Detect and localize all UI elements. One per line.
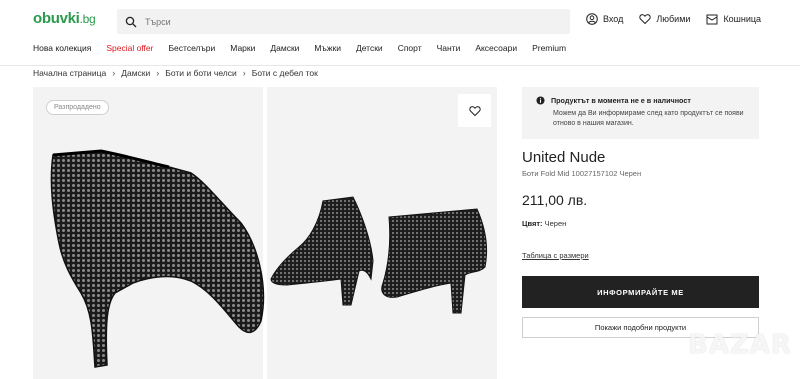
breadcrumb: Начална страница › Дамски › Боти и боти … (33, 68, 318, 78)
nav-special-offer[interactable]: Special offer (106, 43, 153, 53)
nav-bestsellers[interactable]: Бестселъри (168, 43, 215, 53)
nav-new-collection[interactable]: Нова колекция (33, 43, 91, 53)
user-icon (586, 13, 598, 25)
color-label: Цвят: (522, 219, 543, 228)
login-label: Вход (603, 14, 624, 24)
nav-brands[interactable]: Марки (230, 43, 255, 53)
heart-icon (468, 105, 481, 116)
product-subtitle: Боти Fold Mid 10027157102 Черен (522, 169, 642, 178)
chevron-right-icon: › (242, 68, 246, 78)
product-price: 211,00 лв. (522, 192, 588, 208)
product-image-main[interactable]: Разпродадено (33, 87, 265, 379)
nav-sport[interactable]: Спорт (398, 43, 422, 53)
search-bar[interactable] (117, 9, 570, 34)
favorites-label: Любими (656, 14, 691, 24)
site-header: obuvki.bg Вход Любими Кошница Нова колек… (0, 0, 800, 66)
info-icon (536, 96, 545, 105)
cart-button[interactable]: Кошница (706, 13, 761, 25)
logo-text: obuvki (33, 10, 80, 27)
header-actions: Вход Любими Кошница (586, 13, 761, 25)
add-to-favorites-button[interactable] (458, 94, 491, 127)
sold-out-badge: Разпродадено (46, 100, 109, 115)
size-table-link[interactable]: Таблица с размери (522, 251, 589, 260)
breadcrumb-heel-boots[interactable]: Боти с дебел ток (252, 68, 318, 78)
cart-label: Кошница (723, 14, 762, 24)
notify-me-button[interactable]: ИНФОРМИРАЙТЕ МЕ (522, 276, 759, 308)
nav-bags[interactable]: Чанти (437, 43, 461, 53)
product-image-secondary[interactable] (267, 87, 497, 379)
nav-accessories[interactable]: Аксесоари (475, 43, 517, 53)
color-value: Черен (544, 219, 567, 228)
cart-icon (706, 14, 718, 25)
search-icon (125, 16, 137, 27)
product-gallery: Разпродадено (33, 87, 497, 379)
logo-tld: .bg (79, 12, 96, 26)
nav-women[interactable]: Дамски (270, 43, 299, 53)
heart-icon (639, 14, 652, 25)
nav-men[interactable]: Мъжки (314, 43, 341, 53)
shoe-image-pair (270, 196, 488, 314)
chevron-right-icon: › (156, 68, 160, 78)
breadcrumb-boots[interactable]: Боти и боти челси (165, 68, 236, 78)
color-row: Цвят: Черен (522, 219, 566, 228)
product-brand[interactable]: United Nude (522, 149, 605, 166)
favorites-button[interactable]: Любими (639, 13, 690, 25)
notice-text: Можем да Ви информираме след като продук… (553, 110, 744, 127)
nav-kids[interactable]: Детски (356, 43, 383, 53)
watermark-logo: BAZAR (688, 330, 792, 360)
shoe-image-side (50, 149, 265, 368)
search-input[interactable] (145, 16, 545, 27)
login-button[interactable]: Вход (586, 13, 623, 25)
breadcrumb-women[interactable]: Дамски (121, 68, 150, 78)
out-of-stock-notice: Продуктът в момента не е в наличност Мож… (522, 87, 759, 139)
breadcrumb-home[interactable]: Начална страница (33, 68, 106, 78)
logo[interactable]: obuvki.bg (33, 10, 96, 27)
nav-premium[interactable]: Premium (532, 43, 566, 53)
chevron-right-icon: › (112, 68, 116, 78)
main-nav: Нова колекция Special offer Бестселъри М… (33, 43, 581, 53)
notice-title: Продуктът в момента не е в наличност (551, 96, 691, 105)
